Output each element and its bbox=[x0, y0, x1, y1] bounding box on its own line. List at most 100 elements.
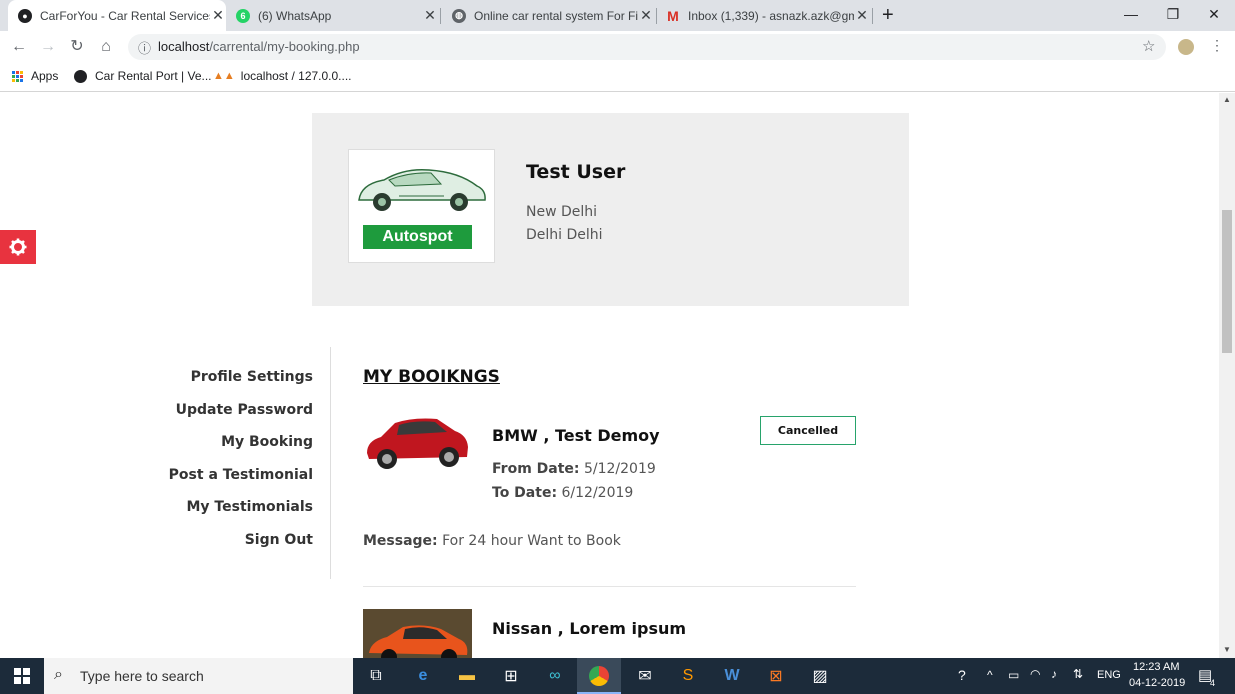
globe-icon: ◍ bbox=[452, 8, 466, 23]
tab-title: Online car rental system For Fina bbox=[474, 8, 638, 23]
notification-count: 4 bbox=[1210, 678, 1216, 688]
url-host: localhost bbox=[158, 39, 210, 54]
maximize-icon[interactable]: ❐ bbox=[1152, 0, 1194, 31]
network-icon[interactable]: ⇅ bbox=[1073, 667, 1083, 681]
url-text[interactable]: localhost/carrental/my-booking.php bbox=[158, 39, 360, 54]
bookmark-star-icon[interactable]: ☆ bbox=[1142, 37, 1155, 55]
windows-taskbar: ⌕ Type here to search ⧉ e ▬ ⊞ ∞ ✉ S W ⊠ … bbox=[0, 658, 1235, 694]
info-icon[interactable]: ⓘ bbox=[138, 38, 151, 57]
windows-logo-icon bbox=[14, 668, 30, 684]
sidebar-item-my-testimonials[interactable]: My Testimonials bbox=[187, 499, 314, 515]
profile-header: Autospot Test User New Delhi Delhi Delhi bbox=[312, 113, 909, 306]
from-date-label: From Date: bbox=[492, 461, 580, 477]
car-logo-icon bbox=[358, 168, 486, 211]
address-bar[interactable]: ⓘ localhost/carrental/my-booking.php ☆ bbox=[128, 34, 1166, 60]
booking-message: Message: For 24 hour Want to Book bbox=[363, 533, 621, 549]
car-image-nissan[interactable] bbox=[363, 609, 472, 658]
carforyou-favicon-icon: ● bbox=[18, 8, 32, 23]
xampp-icon[interactable]: ⊠ bbox=[764, 664, 788, 688]
chevron-up-icon[interactable]: ^ bbox=[987, 668, 993, 682]
taskbar-search-placeholder: Type here to search bbox=[80, 668, 204, 684]
bookmark-localhost[interactable]: ▲▲ localhost / 127.0.0.... bbox=[213, 69, 352, 83]
sublime-icon[interactable]: S bbox=[676, 664, 700, 688]
whatsapp-favicon-icon: 6 bbox=[236, 8, 250, 23]
volume-icon[interactable]: ♪ bbox=[1051, 667, 1057, 681]
home-icon[interactable]: ⌂ bbox=[94, 35, 118, 59]
user-address-line2: Delhi Delhi bbox=[526, 227, 603, 243]
sidebar-item-profile-settings[interactable]: Profile Settings bbox=[191, 369, 313, 385]
user-logo: Autospot bbox=[348, 149, 495, 263]
browser-tab-bar: ● CarForYou - Car Rental Services ✕ 6 (6… bbox=[0, 0, 1235, 31]
forward-arrow-icon[interactable]: → bbox=[36, 35, 60, 59]
sidebar-item-sign-out[interactable]: Sign Out bbox=[245, 532, 313, 548]
close-tab-icon[interactable]: ✕ bbox=[638, 7, 654, 24]
wifi-icon[interactable]: ◠ bbox=[1030, 667, 1040, 681]
close-tab-icon[interactable]: ✕ bbox=[210, 7, 226, 24]
file-explorer-icon[interactable]: ▬ bbox=[455, 664, 479, 688]
task-view-icon[interactable]: ⧉ bbox=[364, 664, 388, 688]
tab-online-car-rental[interactable]: ◍ Online car rental system For Fina ✕ bbox=[442, 0, 654, 31]
scrollbar-thumb[interactable] bbox=[1222, 210, 1232, 353]
sidebar-item-update-password[interactable]: Update Password bbox=[176, 402, 313, 418]
taskbar-search-box[interactable]: ⌕ Type here to search bbox=[44, 658, 353, 694]
page-scrollbar[interactable]: ▲ ▼ bbox=[1219, 93, 1235, 658]
bookmarks-bar: Apps Car Rental Port | Ve... ▲▲ localhos… bbox=[0, 63, 1235, 92]
from-date-value: 5/12/2019 bbox=[583, 461, 656, 477]
clock-date[interactable]: 04-12-2019 bbox=[1129, 677, 1185, 689]
sidebar-item-post-testimonial[interactable]: Post a Testimonial bbox=[169, 467, 313, 483]
orange-car-icon bbox=[363, 609, 472, 658]
booking-from-date: From Date: 5/12/2019 bbox=[492, 461, 656, 477]
user-address-line1: New Delhi bbox=[526, 204, 598, 220]
tab-whatsapp[interactable]: 6 (6) WhatsApp ✕ bbox=[226, 0, 438, 31]
tab-separator bbox=[872, 8, 873, 24]
edge-icon[interactable]: e bbox=[411, 664, 435, 688]
booking-car-name: BMW , Test Demoy bbox=[492, 426, 660, 445]
tab-carforyou[interactable]: ● CarForYou - Car Rental Services ✕ bbox=[8, 0, 226, 31]
browser-toolbar: ← → ↻ ⌂ ⓘ localhost/carrental/my-booking… bbox=[0, 31, 1235, 63]
close-window-icon[interactable]: ✕ bbox=[1193, 0, 1235, 31]
minimize-icon[interactable]: — bbox=[1110, 0, 1152, 31]
gear-icon bbox=[9, 238, 27, 256]
scroll-up-icon[interactable]: ▲ bbox=[1223, 95, 1231, 104]
taskbar-chrome-active[interactable] bbox=[577, 658, 621, 694]
scroll-down-icon[interactable]: ▼ bbox=[1223, 645, 1231, 654]
car-image-bmw[interactable] bbox=[363, 413, 472, 475]
autospot-logo-text: Autospot bbox=[363, 225, 472, 249]
message-value: For 24 hour Want to Book bbox=[442, 533, 621, 549]
back-arrow-icon[interactable]: ← bbox=[7, 35, 31, 59]
infinity-app-icon[interactable]: ∞ bbox=[543, 664, 567, 688]
sidebar-item-my-booking[interactable]: My Booking bbox=[221, 434, 313, 450]
reload-icon[interactable]: ↻ bbox=[65, 35, 89, 59]
tab-separator bbox=[440, 8, 441, 24]
word-icon[interactable]: W bbox=[720, 664, 744, 688]
carforyou-favicon-icon bbox=[74, 69, 87, 83]
apps-grid-icon bbox=[12, 70, 23, 82]
store-icon[interactable]: ⊞ bbox=[499, 664, 523, 688]
bookmark-car-rental-port[interactable]: Car Rental Port | Ve... bbox=[74, 69, 212, 83]
message-label: Message: bbox=[363, 533, 438, 549]
chrome-icon bbox=[589, 666, 609, 686]
settings-gear-button[interactable] bbox=[0, 230, 36, 264]
menu-kebab-icon[interactable]: ⋮ bbox=[1210, 37, 1224, 54]
user-name: Test User bbox=[526, 161, 626, 183]
clock-time[interactable]: 12:23 AM bbox=[1133, 661, 1179, 673]
photos-icon[interactable]: ▨ bbox=[808, 664, 832, 688]
new-tab-button[interactable]: + bbox=[882, 4, 894, 27]
start-button[interactable] bbox=[0, 658, 44, 694]
close-tab-icon[interactable]: ✕ bbox=[422, 7, 438, 24]
profile-avatar[interactable] bbox=[1178, 39, 1194, 55]
language-indicator[interactable]: ENG bbox=[1097, 669, 1121, 681]
bookings-heading: MY BOOIKNGS bbox=[363, 367, 500, 387]
mail-icon[interactable]: ✉ bbox=[633, 664, 657, 688]
help-icon[interactable]: ? bbox=[958, 667, 966, 683]
bookmark-apps[interactable]: Apps bbox=[12, 69, 58, 83]
close-tab-icon[interactable]: ✕ bbox=[854, 7, 870, 24]
tab-gmail-inbox[interactable]: M Inbox (1,339) - asnazk.azk@gma ✕ bbox=[658, 0, 870, 31]
booking-divider bbox=[363, 586, 856, 587]
page-content: Autospot Test User New Delhi Delhi Delhi… bbox=[0, 93, 1219, 658]
sidebar-divider bbox=[330, 347, 331, 579]
tab-separator bbox=[656, 8, 657, 24]
battery-icon[interactable]: ▭ bbox=[1008, 668, 1019, 682]
tab-title: Inbox (1,339) - asnazk.azk@gma bbox=[688, 8, 854, 23]
bookmark-label: Car Rental Port | Ve... bbox=[95, 69, 212, 83]
